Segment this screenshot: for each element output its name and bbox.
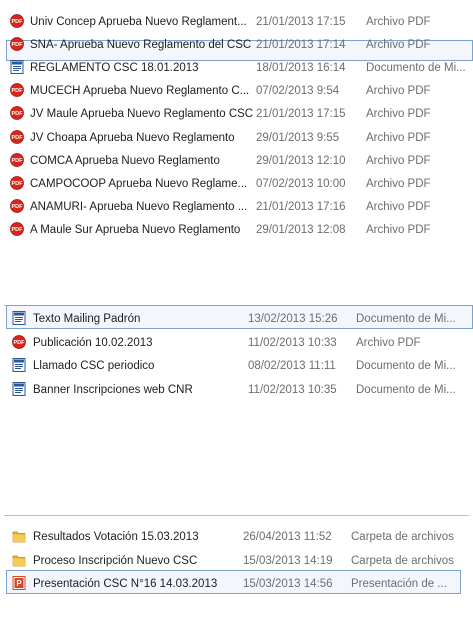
folder-icon [12, 529, 26, 543]
file-row[interactable]: PDF SNA- Aprueba Nuevo Reglamento del CS… [0, 35, 473, 54]
pdf-icon: PDF [10, 175, 24, 190]
pdf-icon: PDF [10, 129, 24, 144]
header-divider [4, 515, 469, 516]
file-row[interactable]: PDF MUCECH Aprueba Nuevo Reglamento C...… [0, 81, 473, 100]
file-date-modified: 07/02/2013 9:54 [256, 85, 340, 98]
file-date-modified: 15/03/2013 14:56 [243, 578, 333, 590]
svg-text:PDF: PDF [12, 112, 24, 118]
powerpoint-icon: P [12, 576, 26, 590]
file-type: Archivo PDF [366, 39, 431, 52]
pdf-icon: PDF [10, 83, 24, 98]
file-row[interactable]: PDF COMCA Aprueba Nuevo Reglamento 29/01/… [0, 151, 473, 170]
file-row[interactable]: PDF JV Choapa Aprueba Nuevo Reglamento 29… [0, 128, 473, 147]
file-row[interactable]: Banner Inscripciones web CNR 11/02/2013 1… [0, 380, 473, 399]
file-name: Proceso Inscripción Nuevo CSC [33, 554, 198, 567]
file-name: REGLAMENTO CSC 18.01.2013 [30, 62, 199, 75]
svg-text:PDF: PDF [12, 88, 24, 94]
file-date-modified: 29/01/2013 12:10 [256, 154, 346, 167]
file-name: SNA- Aprueba Nuevo Reglamento del CSC [30, 39, 252, 52]
file-date-modified: 11/02/2013 10:35 [248, 383, 337, 396]
file-row[interactable]: PDF A Maule Sur Aprueba Nuevo Reglamento… [0, 220, 473, 239]
file-row[interactable]: PDF Univ Concep Aprueba Nuevo Reglament.… [0, 12, 473, 31]
file-date-modified: 08/02/2013 11:11 [248, 360, 336, 372]
file-type: Carpeta de archivos [351, 531, 454, 543]
pdf-icon: PDF [10, 198, 24, 213]
word-icon [10, 60, 24, 75]
file-type: Documento de Mi... [356, 313, 456, 325]
file-row[interactable]: PDF CAMPOCOOP Aprueba Nuevo Reglame... 07… [0, 174, 473, 193]
word-icon [12, 381, 26, 396]
file-date-modified: 21/01/2013 17:14 [256, 39, 346, 52]
file-name: Presentación CSC N°16 14.03.2013 [33, 578, 218, 590]
file-name: Texto Mailing Padrón [33, 313, 141, 325]
file-name: JV Choapa Aprueba Nuevo Reglamento [30, 131, 235, 144]
file-name: COMCA Aprueba Nuevo Reglamento [30, 154, 220, 167]
word-icon [12, 358, 26, 372]
file-name: MUCECH Aprueba Nuevo Reglamento C... [30, 85, 250, 98]
file-name: Univ Concep Aprueba Nuevo Reglament... [30, 16, 247, 28]
file-date-modified: 11/02/2013 10:33 [248, 336, 337, 349]
file-row[interactable]: PDF JV Maule Aprueba Nuevo Reglamento CS… [0, 104, 473, 123]
svg-text:PDF: PDF [12, 42, 24, 48]
file-row[interactable]: Resultados Votación 15.03.2013 26/04/2013… [0, 527, 473, 546]
pdf-icon: PDF [10, 37, 24, 51]
pdf-icon: PDF [10, 106, 24, 121]
file-type: Carpeta de archivos [351, 554, 454, 567]
folder-icon [12, 553, 26, 567]
file-type: Archivo PDF [366, 108, 431, 121]
svg-text:PDF: PDF [12, 181, 24, 187]
file-type: Archivo PDF [366, 85, 431, 98]
file-date-modified: 21/01/2013 17:15 [256, 16, 346, 28]
file-date-modified: 29/01/2013 12:08 [256, 223, 346, 236]
file-type: Archivo PDF [366, 154, 431, 167]
file-row[interactable]: Llamado CSC periodico 08/02/2013 11:11 Doc… [0, 356, 473, 375]
svg-text:PDF: PDF [12, 135, 24, 141]
pdf-icon: PDF [12, 334, 26, 349]
svg-text:P: P [16, 579, 22, 588]
file-row[interactable]: PDF ANAMURI- Aprueba Nuevo Reglamento ..… [0, 197, 473, 216]
file-type: Documento de Mi... [356, 383, 456, 396]
file-type: Archivo PDF [366, 16, 431, 28]
file-date-modified: 26/04/2013 11:52 [243, 531, 332, 543]
file-name: Publicación 10.02.2013 [33, 336, 153, 349]
file-date-modified: 15/03/2013 14:19 [243, 554, 333, 567]
file-row[interactable]: Proceso Inscripción Nuevo CSC 15/03/2013 … [0, 551, 473, 570]
file-date-modified: 21/01/2013 17:15 [256, 108, 346, 121]
file-date-modified: 07/02/2013 10:00 [256, 177, 346, 190]
file-type: Presentación de ... [351, 578, 447, 590]
svg-text:PDF: PDF [12, 227, 24, 233]
file-row[interactable]: Texto Mailing Padrón 13/02/2013 15:26 Docu… [0, 309, 473, 328]
file-type: Archivo PDF [366, 200, 431, 213]
file-date-modified: 13/02/2013 15:26 [248, 313, 338, 325]
file-type: Archivo PDF [366, 223, 431, 236]
file-type: Archivo PDF [366, 131, 431, 144]
svg-text:PDF: PDF [12, 158, 24, 164]
file-date-modified: 21/01/2013 17:16 [256, 200, 346, 213]
file-name: Banner Inscripciones web CNR [33, 383, 193, 396]
pdf-icon: PDF [10, 221, 24, 236]
file-type: Archivo PDF [356, 336, 421, 349]
word-icon [12, 311, 26, 325]
file-name: CAMPOCOOP Aprueba Nuevo Reglame... [30, 177, 248, 190]
file-date-modified: 18/01/2013 16:14 [256, 62, 346, 75]
svg-text:PDF: PDF [12, 19, 24, 25]
pdf-icon: PDF [10, 14, 24, 28]
file-type: Documento de Mi... [356, 360, 456, 372]
pdf-icon: PDF [10, 152, 24, 167]
file-name: Llamado CSC periodico [33, 360, 155, 372]
file-name: A Maule Sur Aprueba Nuevo Reglamento [30, 223, 241, 236]
file-name: JV Maule Aprueba Nuevo Reglamento CSC [30, 108, 254, 121]
file-name: Resultados Votación 15.03.2013 [33, 531, 199, 543]
file-type: Documento de Mi... [366, 62, 466, 75]
file-type: Archivo PDF [366, 177, 431, 190]
file-row[interactable]: REGLAMENTO CSC 18.01.2013 18/01/2013 16:1… [0, 58, 473, 77]
svg-text:PDF: PDF [14, 340, 26, 346]
file-row[interactable]: PDF Publicación 10.02.2013 11/02/2013 10:… [0, 333, 473, 352]
file-row[interactable]: P Presentación CSC N°16 14.03.2013 15/03/… [0, 574, 473, 593]
svg-text:PDF: PDF [12, 204, 24, 210]
file-date-modified: 29/01/2013 9:55 [256, 131, 340, 144]
file-name: ANAMURI- Aprueba Nuevo Reglamento ... [30, 200, 248, 213]
